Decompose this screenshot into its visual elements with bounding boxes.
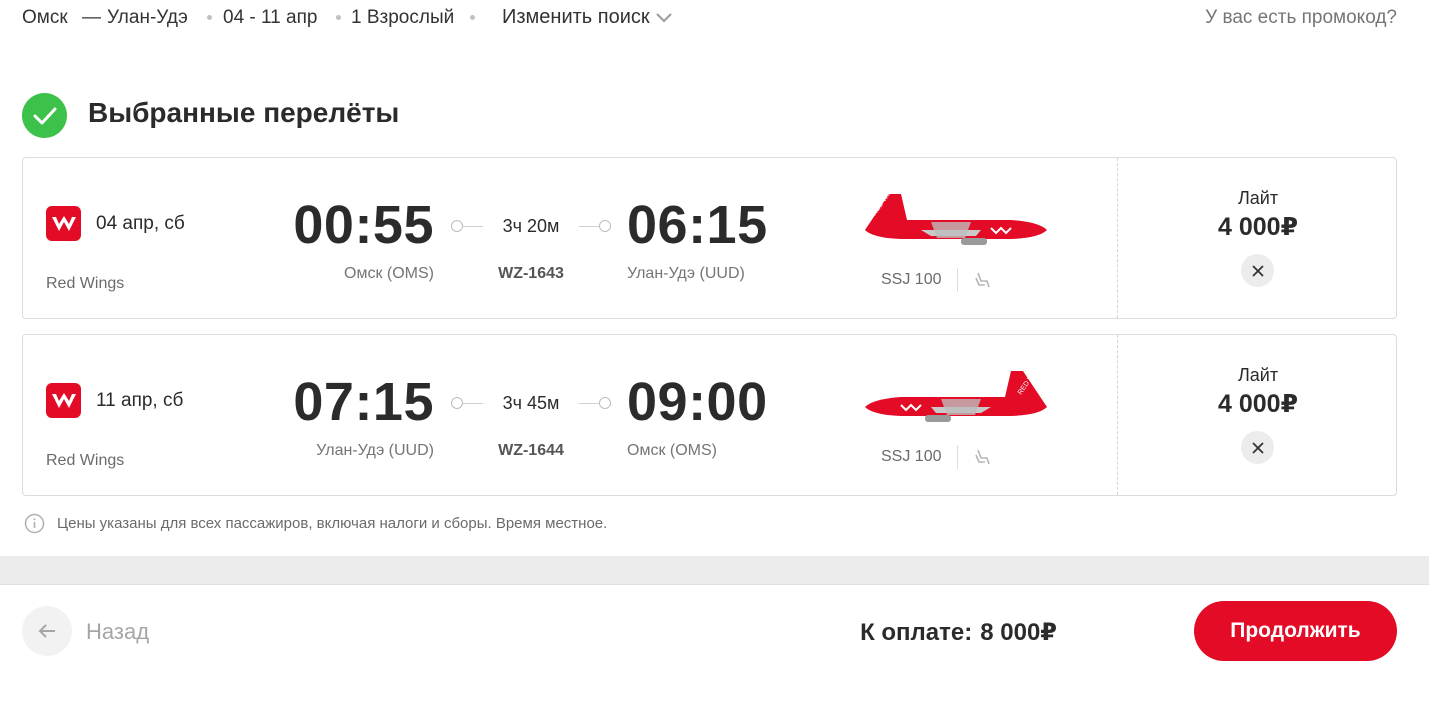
- flight-number: WZ-1644: [498, 442, 564, 459]
- back-button[interactable]: [22, 606, 72, 656]
- tariff-name: Лайт: [1237, 188, 1279, 208]
- separator-dot: [207, 15, 212, 20]
- total-label: К оплате:: [860, 619, 973, 646]
- destination-city: Улан-Удэ: [107, 7, 188, 28]
- red-wings-logo-icon: [46, 383, 81, 418]
- aircraft-model: SSJ 100: [881, 448, 942, 465]
- departure-city: Омск (OMS): [344, 265, 434, 282]
- aircraft-image: RED WINGS: [865, 363, 1047, 422]
- departure-city: Улан-Удэ (UUD): [316, 442, 434, 459]
- flight-date: 11 апр, сб: [96, 390, 184, 411]
- total-to-pay: К оплате: 8 000₽: [860, 618, 1057, 647]
- arrival-city: Улан-Удэ (UUD): [627, 265, 745, 282]
- departure-time: 07:15: [293, 372, 434, 432]
- flight-price: 4 000₽: [1218, 213, 1298, 241]
- flight-price: 4 000₽: [1218, 390, 1298, 418]
- flight-duration: 3ч 45м: [483, 393, 579, 414]
- route-end-dot: [599, 220, 611, 232]
- flight-card-outbound: 04 апр, сб Red Wings 00:55 Омск (OMS) 3ч…: [22, 157, 1397, 319]
- arrival-time: 06:15: [627, 195, 768, 255]
- chevron-down-icon: [655, 12, 672, 22]
- back-label[interactable]: Назад: [86, 619, 149, 645]
- separator-dot: [470, 15, 475, 20]
- separator-dot: [336, 15, 341, 20]
- promo-code-link[interactable]: У вас есть промокод?: [1205, 7, 1397, 29]
- route-dash: —: [82, 7, 101, 28]
- flight-card-return: 11 апр, сб Red Wings 07:15 Улан-Удэ (UUD…: [22, 334, 1397, 496]
- close-icon: [1251, 441, 1264, 454]
- departure-time: 00:55: [293, 195, 434, 255]
- change-search-button[interactable]: Изменить поиск: [502, 6, 672, 29]
- tariff-name: Лайт: [1237, 365, 1279, 385]
- arrival-city: Омск (OMS): [627, 442, 717, 459]
- total-amount: 8 000₽: [980, 619, 1057, 646]
- section-title: Выбранные перелёты: [88, 97, 400, 128]
- origin-city: Омск: [22, 7, 68, 28]
- change-search-label: Изменить поиск: [502, 6, 650, 28]
- airline-name: Red Wings: [46, 275, 125, 292]
- flight-date: 04 апр, сб: [96, 213, 185, 234]
- red-wings-logo-icon: [46, 206, 81, 241]
- aircraft-image: RED WINGS: [865, 186, 1047, 245]
- arrival-time: 09:00: [627, 372, 768, 432]
- seat-icon: [975, 272, 990, 288]
- continue-button[interactable]: Продолжить: [1194, 601, 1397, 661]
- close-icon: [1251, 264, 1264, 277]
- travel-dates: 04 - 11 апр: [223, 7, 318, 28]
- footer-separator: [0, 556, 1429, 585]
- route-start-dot: [451, 220, 463, 232]
- search-summary-bar: Омск — Улан-Удэ 04 - 11 апр 1 Взрослый И…: [0, 0, 1429, 40]
- flight-duration: 3ч 20м: [483, 216, 579, 237]
- route-end-dot: [599, 397, 611, 409]
- aircraft-model: SSJ 100: [881, 271, 942, 288]
- info-icon: [24, 513, 45, 534]
- check-icon: [22, 93, 67, 138]
- remove-flight-button[interactable]: [1241, 431, 1274, 464]
- flight-number: WZ-1643: [498, 265, 564, 282]
- route-start-dot: [451, 397, 463, 409]
- remove-flight-button[interactable]: [1241, 254, 1274, 287]
- passenger-count: 1 Взрослый: [351, 7, 455, 28]
- seat-icon: [975, 449, 990, 465]
- price-note: Цены указаны для всех пассажиров, включа…: [57, 515, 608, 532]
- airline-name: Red Wings: [46, 452, 125, 469]
- arrow-left-icon: [38, 624, 55, 638]
